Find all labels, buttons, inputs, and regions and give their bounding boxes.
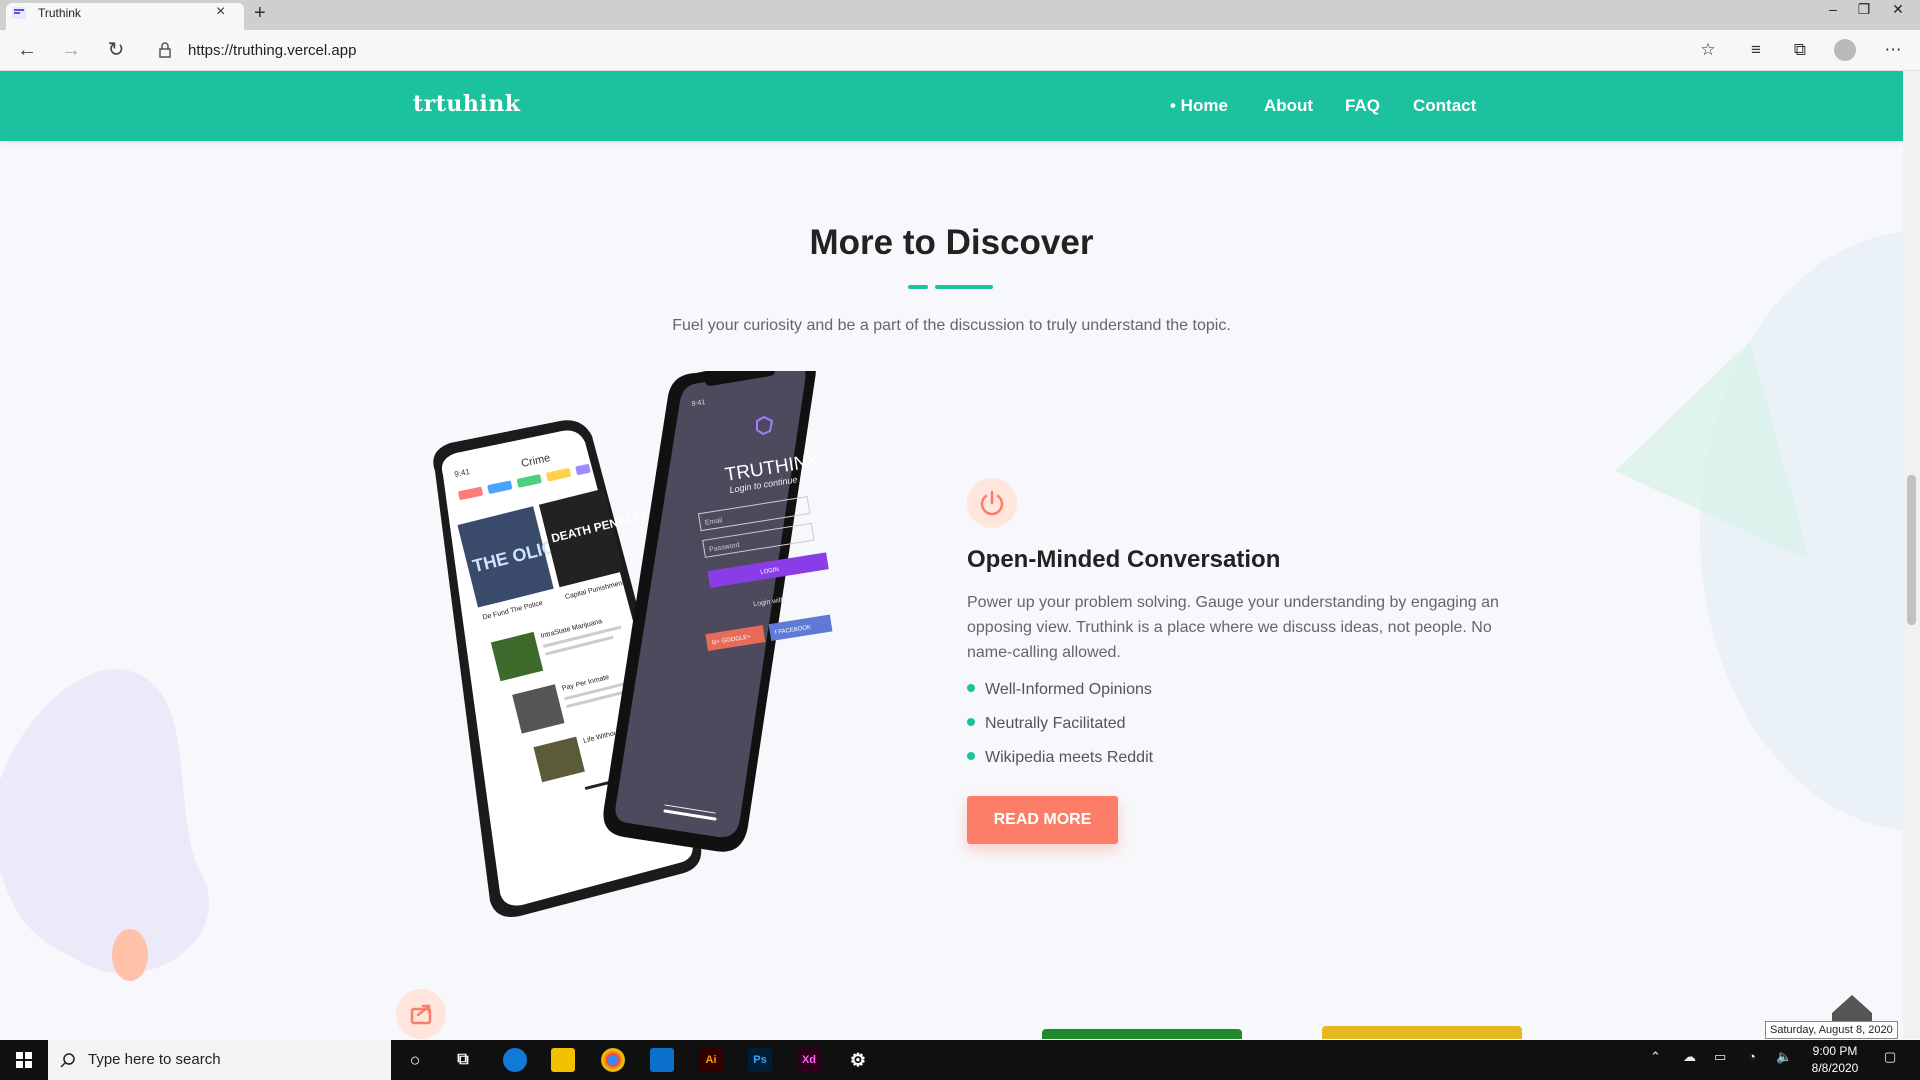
section-subtitle: Fuel your curiosity and be a part of the… [672, 317, 1231, 334]
chrome-icon[interactable] [601, 1048, 625, 1072]
bullet-dot-icon [967, 751, 975, 760]
feature-bullet: Neutrally Facilitated [967, 715, 1126, 733]
tab-title: Truthink [38, 6, 81, 20]
xd-icon[interactable]: Xd [797, 1048, 821, 1072]
power-icon [980, 490, 1004, 516]
refresh-icon[interactable]: ↻ [103, 37, 129, 63]
page-viewport: trtuhink • Home About FAQ Contact More t… [0, 71, 1903, 1039]
clock-time: 9:00 PM [1812, 1044, 1858, 1058]
power-icon-circle [967, 478, 1017, 528]
date-tooltip: Saturday, August 8, 2020 [1765, 1021, 1898, 1039]
taskbar-search-placeholder: Type here to search [88, 1051, 221, 1068]
feature-title: Open-Minded Conversation [967, 546, 1281, 573]
nav-faq[interactable]: FAQ [1345, 96, 1380, 116]
feature-bullet: Wikipedia meets Reddit [967, 749, 1153, 767]
search-icon [60, 1053, 75, 1068]
bullet-text: Well-Informed Opinions [985, 681, 1152, 698]
favorites-icon[interactable]: ≡ [1743, 40, 1769, 60]
back-icon[interactable]: ← [14, 37, 40, 63]
bullet-dot-icon [967, 717, 975, 726]
title-underline [935, 285, 993, 289]
scrollbar-thumb[interactable] [1907, 475, 1916, 625]
collections-icon[interactable]: ⧉ [1787, 40, 1813, 60]
settings-gear-icon[interactable]: ⚙ [846, 1048, 870, 1072]
task-view-icon[interactable]: ⧉ [451, 1048, 475, 1072]
nav-contact[interactable]: Contact [1413, 96, 1476, 116]
onedrive-icon[interactable]: ☁ [1683, 1049, 1696, 1065]
url-field[interactable]: https://truthing.vercel.app [188, 42, 356, 59]
star-icon[interactable]: ☆ [1695, 40, 1721, 60]
feature-description: Power up your problem solving. Gauge you… [967, 594, 1499, 661]
decorative-pill [112, 929, 148, 981]
windows-start-icon[interactable] [0, 1040, 48, 1080]
cortana-icon[interactable]: ○ [403, 1048, 427, 1072]
illustrator-icon[interactable]: Ai [699, 1048, 723, 1072]
favicon-icon [12, 7, 26, 19]
taskbar-clock[interactable]: 9:00 PM 8/8/2020 [1804, 1043, 1866, 1077]
profile-avatar[interactable] [1834, 39, 1856, 61]
clock-date: 8/8/2020 [1811, 1061, 1859, 1075]
new-tab-icon[interactable]: + [254, 2, 266, 25]
edge-icon[interactable] [503, 1048, 527, 1072]
bullet-text: Wikipedia meets Reddit [985, 749, 1154, 766]
decorative-triangle [1615, 341, 1810, 561]
bullet-text: Neutrally Facilitated [985, 715, 1126, 732]
battery-icon[interactable]: ▭ [1714, 1049, 1726, 1065]
section-title: More to Discover [809, 223, 1094, 262]
site-logo[interactable]: trtuhink [413, 91, 521, 117]
title-underline [908, 285, 928, 289]
nav-about[interactable]: About [1264, 96, 1313, 116]
phone-preview-yellow [1322, 1026, 1522, 1039]
browser-tab-bar [0, 0, 1920, 30]
more-icon[interactable]: ⋯ [1880, 40, 1906, 60]
file-explorer-icon[interactable] [551, 1048, 575, 1072]
site-navbar: trtuhink • Home About FAQ Contact [0, 71, 1903, 141]
feature-bullet: Well-Informed Opinions [967, 681, 1152, 699]
bullet-dot-icon [967, 683, 975, 692]
tray-chevron-icon[interactable]: ⌃ [1650, 1049, 1661, 1065]
volume-icon[interactable]: 🔈 [1776, 1049, 1792, 1065]
phones-illustration: 9:41 Crime THE OLIC DEATH PENALTY De Fun… [433, 371, 833, 917]
phone-preview-green [1042, 1029, 1242, 1039]
share-icon [410, 1004, 432, 1025]
notifications-icon[interactable]: ▢ [1884, 1049, 1896, 1065]
vscode-icon[interactable] [650, 1048, 674, 1072]
wifi-icon[interactable]: ◔ [1748, 1049, 1756, 1064]
photoshop-icon[interactable]: Ps [748, 1048, 772, 1072]
share-icon-circle [396, 989, 446, 1039]
close-window-icon[interactable]: ✕ [1878, 1, 1918, 18]
lock-icon [159, 42, 171, 58]
read-more-button[interactable]: READ MORE [967, 796, 1118, 844]
forward-icon[interactable]: → [58, 37, 84, 63]
close-tab-icon[interactable]: × [216, 3, 225, 21]
nav-home[interactable]: • Home [1170, 96, 1228, 116]
phone-front: 9:41 TRUTHINK Login to continue Email Pa… [603, 371, 833, 852]
